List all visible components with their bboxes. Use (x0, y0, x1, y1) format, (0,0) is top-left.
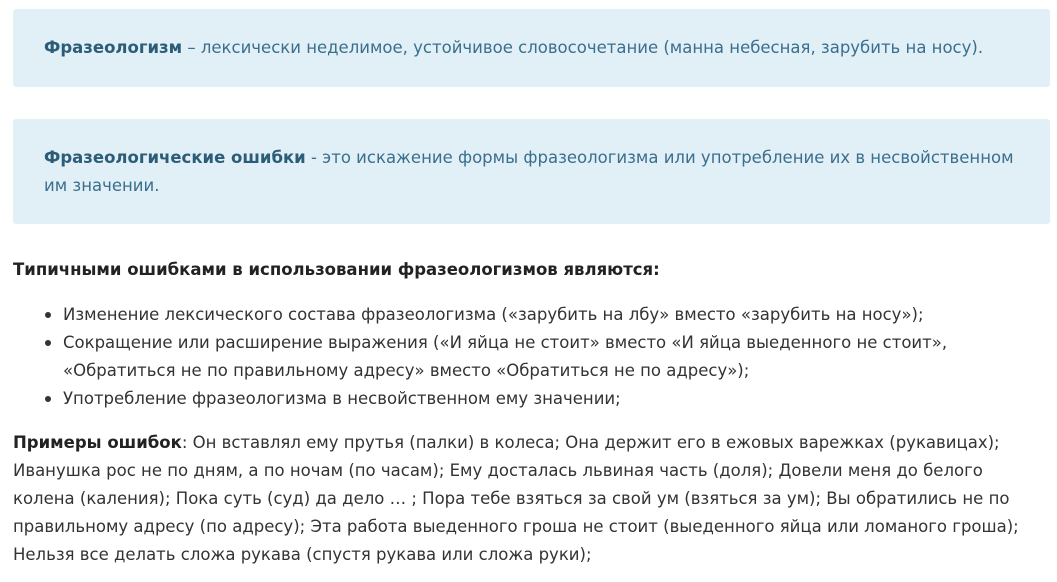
list-item: Изменение лексического состава фразеолог… (13, 301, 1043, 329)
bullet-icon (45, 396, 51, 402)
callout-term: Фразеологизм (44, 38, 183, 57)
callout-term: Фразеологические ошибки (44, 148, 306, 167)
bullet-icon (45, 340, 51, 346)
definition-callout-phraseologism: Фразеологизм – лексически неделимое, уст… (13, 9, 1050, 87)
list-heading: Типичными ошибками в использовании фразе… (13, 260, 660, 279)
examples-text: : Он вставлял ему прутья (палки) в колес… (13, 433, 1019, 564)
list-item: Сокращение или расширение выражения («И … (13, 329, 1043, 385)
error-types-list: Изменение лексического состава фразеолог… (13, 301, 1043, 413)
bullet-icon (45, 312, 51, 318)
list-item-text: Изменение лексического состава фразеолог… (63, 305, 924, 324)
list-item-text: Сокращение или расширение выражения («И … (63, 333, 948, 380)
callout-text: – лексически неделимое, устойчивое слово… (182, 38, 984, 57)
examples-label: Примеры ошибок (13, 433, 182, 452)
definition-callout-phraseological-errors: Фразеологические ошибки - это искажение … (13, 119, 1050, 224)
list-item: Употребление фразеологизма в несвойствен… (13, 385, 1043, 413)
examples-paragraph: Примеры ошибок: Он вставлял ему прутья (… (13, 429, 1043, 569)
list-item-text: Употребление фразеологизма в несвойствен… (63, 389, 621, 408)
